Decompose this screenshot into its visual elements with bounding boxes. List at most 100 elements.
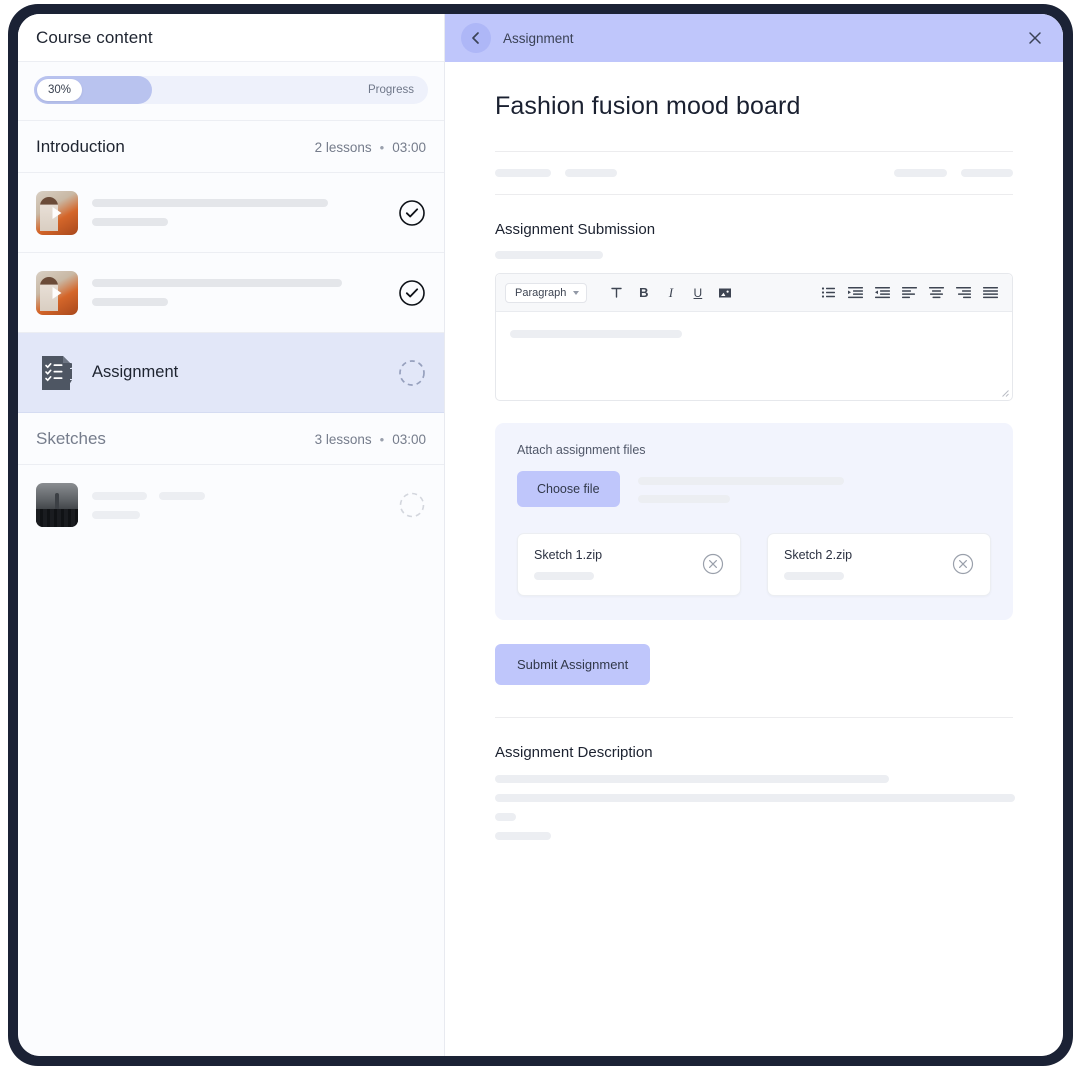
section-lesson-count: 2 lessons [314, 139, 372, 155]
status-badge-pending [398, 359, 426, 387]
skeleton-line [637, 477, 844, 485]
choose-file-row: Choose file [517, 471, 991, 507]
underline-icon[interactable]: U [685, 280, 710, 305]
format-buttons: B I U [604, 280, 737, 305]
sidebar-item-assignment[interactable]: Assignment [18, 333, 444, 413]
progress-value: 30% [37, 79, 83, 101]
submit-section: Submit Assignment [495, 644, 1013, 685]
section-title: Sketches [36, 429, 106, 448]
editor-toolbar: Paragraph B I U [496, 274, 1012, 312]
skeleton-line [495, 775, 889, 783]
skeleton-line [495, 169, 551, 177]
assignment-checklist-icon [36, 351, 78, 395]
skeleton-line [784, 572, 844, 580]
paragraph-style-label: Paragraph [515, 286, 567, 299]
lesson-title-placeholder [92, 491, 384, 519]
status-badge-completed [398, 279, 426, 307]
section-title: Introduction [36, 137, 125, 156]
separator-dot: • [379, 139, 385, 155]
section-lesson-count: 3 lessons [314, 431, 372, 447]
lesson-row[interactable] [18, 253, 444, 333]
file-name-placeholder [637, 475, 844, 503]
sidebar-header: Course content [18, 14, 444, 62]
lesson-video-thumbnail[interactable] [36, 483, 78, 527]
choose-file-button[interactable]: Choose file [517, 471, 620, 507]
skeleton-line [495, 813, 516, 821]
align-center-icon[interactable] [924, 280, 949, 305]
skeleton-line [92, 298, 168, 306]
skeleton-line [894, 169, 947, 177]
skeleton-line [92, 510, 140, 519]
align-right-icon[interactable] [951, 280, 976, 305]
align-justify-icon[interactable] [978, 280, 1003, 305]
skeleton-line [92, 199, 328, 207]
lesson-row[interactable] [18, 173, 444, 253]
chevron-left-icon [472, 32, 479, 44]
divider [495, 194, 1013, 195]
back-button[interactable] [461, 23, 491, 53]
italic-icon[interactable]: I [658, 280, 683, 305]
description-placeholder [495, 775, 1015, 840]
submit-assignment-button[interactable]: Submit Assignment [495, 644, 651, 685]
skeleton-line [510, 330, 682, 338]
meta-right [894, 169, 1013, 177]
assignment-panel: Assignment Fashion fusion mood board Ass… [445, 14, 1063, 1056]
skeleton-line [565, 169, 617, 177]
skeleton-line [637, 495, 730, 503]
app-screen: Course content 30% Progress Introduction… [18, 14, 1063, 1056]
assignment-title: Fashion fusion mood board [495, 92, 801, 120]
status-badge-pending [398, 491, 426, 519]
panel-title: Assignment [503, 30, 574, 46]
progress-section: 30% Progress [18, 62, 444, 121]
skeleton-line [961, 169, 1013, 177]
file-info: Sketch 2.zip [784, 548, 942, 580]
skeleton-line [92, 491, 147, 500]
file-name: Sketch 2.zip [784, 548, 853, 562]
sidebar-item-label: Assignment [92, 363, 179, 381]
file-card[interactable]: Sketch 2.zip [767, 533, 991, 596]
section-meta: 3 lessons • 03:00 [315, 432, 426, 447]
divider [495, 717, 1013, 718]
panel-header: Assignment [445, 14, 1063, 62]
course-content-sidebar: Course content 30% Progress Introduction… [18, 14, 445, 1056]
skeleton-line [159, 491, 205, 500]
description-heading: Assignment Description [495, 744, 653, 761]
editor-textarea[interactable] [496, 312, 1012, 400]
section-meta: 2 lessons • 03:00 [315, 140, 426, 155]
bold-icon[interactable]: B [631, 280, 656, 305]
remove-circle-icon[interactable] [702, 553, 724, 575]
skeleton-line [92, 279, 342, 287]
lesson-title-placeholder [92, 199, 384, 226]
skeleton-line [534, 572, 594, 580]
status-badge-completed [398, 199, 426, 227]
assignment-meta-row [495, 152, 1013, 194]
file-name: Sketch 1.zip [534, 548, 603, 562]
resize-grip-icon[interactable] [1000, 388, 1009, 397]
play-icon [52, 206, 62, 219]
text-color-icon[interactable] [604, 280, 629, 305]
file-card[interactable]: Sketch 1.zip [517, 533, 741, 596]
indent-icon[interactable] [843, 280, 868, 305]
lesson-video-thumbnail[interactable] [36, 270, 78, 315]
attach-files-label: Attach assignment files [517, 443, 646, 457]
attached-files-list: Sketch 1.zip Sketch 2.zip [517, 533, 991, 596]
alignment-buttons [816, 280, 1003, 305]
close-button[interactable] [1023, 26, 1047, 50]
lesson-video-thumbnail[interactable] [36, 190, 78, 235]
page-title: Course content [36, 27, 153, 47]
skeleton-line [92, 218, 168, 226]
device-frame: Course content 30% Progress Introduction… [8, 4, 1073, 1066]
bullet-list-icon[interactable] [816, 280, 841, 305]
paragraph-style-select[interactable]: Paragraph [505, 282, 588, 303]
skeleton-row [92, 491, 384, 500]
outdent-icon[interactable] [870, 280, 895, 305]
file-info: Sketch 1.zip [534, 548, 692, 580]
remove-circle-icon[interactable] [952, 553, 974, 575]
section-header-introduction: Introduction 2 lessons • 03:00 [18, 121, 444, 173]
panel-body: Fashion fusion mood board Assignment Sub… [445, 62, 1063, 840]
skeleton-line [495, 251, 603, 259]
align-left-icon[interactable] [897, 280, 922, 305]
attach-files-section: Attach assignment files Choose file Sket… [495, 423, 1013, 620]
lesson-row[interactable] [18, 465, 444, 545]
image-icon[interactable] [712, 280, 737, 305]
